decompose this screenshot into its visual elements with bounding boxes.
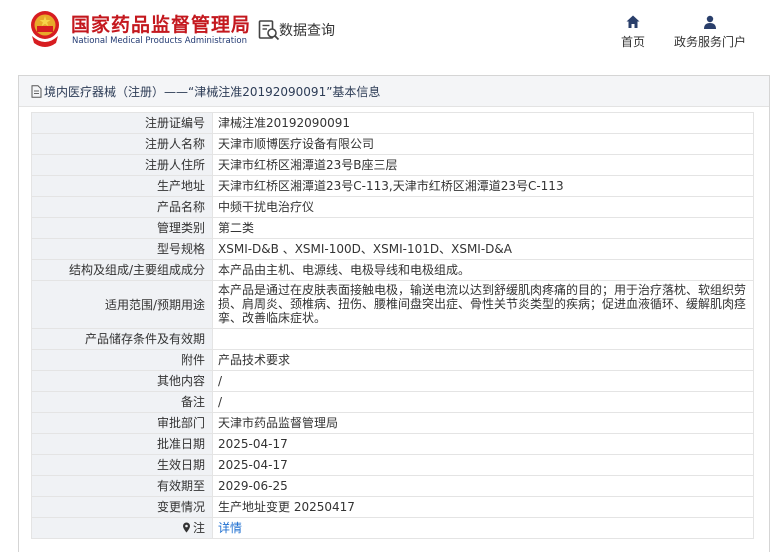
pin-icon xyxy=(182,522,190,533)
row-label: 生产地址 xyxy=(31,175,213,197)
table-row: 审批部门 天津市药品监督管理局 xyxy=(31,412,754,434)
table-row: 注册人住所 天津市红桥区湘潭道23号B座三层 xyxy=(31,154,754,176)
table-row: 批准日期 2025-04-17 xyxy=(31,433,754,455)
site-header: 国家药品监督管理局 National Medical Products Admi… xyxy=(0,0,775,62)
row-label: 其他内容 xyxy=(31,370,213,392)
table-row: 型号规格 XSMI-D&B 、XSMI-100D、XSMI-101D、XSMI-D… xyxy=(31,238,754,260)
row-value: 天津市红桥区湘潭道23号B座三层 xyxy=(212,154,754,176)
row-value: 本产品是通过在皮肤表面接触电极，输送电流以达到舒缓肌肉疼痛的目的；用于治疗落枕、… xyxy=(212,280,754,329)
row-label: 注册证编号 xyxy=(31,112,213,134)
document-icon xyxy=(31,85,42,98)
table-row: 有效期至 2029-06-25 xyxy=(31,475,754,497)
row-label: 型号规格 xyxy=(31,238,213,260)
row-value: 第二类 xyxy=(212,217,754,239)
panel-title: 境内医疗器械（注册）——“津械注准20192090091”基本信息 xyxy=(44,85,381,99)
user-icon xyxy=(704,15,716,29)
nav-home-label: 首页 xyxy=(620,35,645,49)
data-query-icon xyxy=(258,20,280,41)
row-label: 注册人名称 xyxy=(31,133,213,155)
row-value: 生产地址变更 20250417 xyxy=(212,496,754,518)
row-label: 注 xyxy=(31,517,213,539)
row-label: 批准日期 xyxy=(31,433,213,455)
row-label: 变更情况 xyxy=(31,496,213,518)
row-value: 本产品由主机、电源线、电极导线和电极组成。 xyxy=(212,259,754,281)
panel-title-bar: 境内医疗器械（注册）——“津械注准20192090091”基本信息 xyxy=(19,76,769,107)
row-value: 天津市药品监督管理局 xyxy=(212,412,754,434)
row-label: 产品名称 xyxy=(31,196,213,218)
row-label: 管理类别 xyxy=(31,217,213,239)
info-table: 注册证编号 津械注准20192090091 注册人名称 天津市顺博医疗设备有限公司 … xyxy=(31,112,754,539)
table-row: 生产地址 天津市红桥区湘潭道23号C-113,天津市红桥区湘潭道23号C-113 xyxy=(31,175,754,197)
table-row: 产品储存条件及有效期 xyxy=(31,328,754,350)
table-row: 管理类别 第二类 xyxy=(31,217,754,239)
note-label: 注 xyxy=(192,521,205,535)
row-value: 2029-06-25 xyxy=(212,475,754,497)
row-value: 津械注准20192090091 xyxy=(212,112,754,134)
row-value: 天津市红桥区湘潭道23号C-113,天津市红桥区湘潭道23号C-113 xyxy=(212,175,754,197)
row-label: 适用范围/预期用途 xyxy=(31,280,213,329)
row-value: / xyxy=(212,370,754,392)
row-label: 审批部门 xyxy=(31,412,213,434)
row-value: 2025-04-17 xyxy=(212,433,754,455)
row-label: 备注 xyxy=(31,391,213,413)
details-link[interactable]: 详情 xyxy=(218,521,242,535)
home-icon xyxy=(626,15,640,28)
table-row: 其他内容 / xyxy=(31,370,754,392)
table-row: 结构及组成/主要组成成分 本产品由主机、电源线、电极导线和电极组成。 xyxy=(31,259,754,281)
row-label: 结构及组成/主要组成成分 xyxy=(31,259,213,281)
detail-panel: 境内医疗器械（注册）——“津械注准20192090091”基本信息 注册证编号津… xyxy=(18,75,770,552)
table-row: 生效日期 2025-04-17 xyxy=(31,454,754,476)
national-emblem-icon xyxy=(31,11,59,47)
row-label: 注册人住所 xyxy=(31,154,213,176)
row-value: 详情 xyxy=(212,517,754,539)
site-logo-subtitle: National Medical Products Administration xyxy=(72,36,247,46)
table-row: 注册证编号 津械注准20192090091 xyxy=(31,112,754,134)
nav-home[interactable]: 首页 xyxy=(618,14,648,50)
table-row: 备注 / xyxy=(31,391,754,413)
row-value: 中频干扰电治疗仪 xyxy=(212,196,754,218)
row-value: / xyxy=(212,391,754,413)
table-row: 附件 产品技术要求 xyxy=(31,349,754,371)
row-label: 有效期至 xyxy=(31,475,213,497)
table-row: 注 详情 xyxy=(31,517,754,539)
table-row: 变更情况 生产地址变更 20250417 xyxy=(31,496,754,518)
data-query-label[interactable]: 数据查询 xyxy=(279,20,335,40)
row-label: 产品储存条件及有效期 xyxy=(31,328,213,350)
site-logo-title: 国家药品监督管理局 xyxy=(71,14,252,36)
row-value: XSMI-D&B 、XSMI-100D、XSMI-101D、XSMI-D&A xyxy=(212,238,754,260)
row-label: 附件 xyxy=(31,349,213,371)
table-row: 注册人名称 天津市顺博医疗设备有限公司 xyxy=(31,133,754,155)
nav-services-label: 政务服务门户 xyxy=(673,35,746,49)
row-value: 天津市顺博医疗设备有限公司 xyxy=(212,133,754,155)
row-value: 产品技术要求 xyxy=(212,349,754,371)
row-value xyxy=(212,328,754,350)
row-label: 生效日期 xyxy=(31,454,213,476)
table-row: 产品名称 中频干扰电治疗仪 xyxy=(31,196,754,218)
table-row: 适用范围/预期用途 本产品是通过在皮肤表面接触电极，输送电流以达到舒缓肌肉疼痛的目… xyxy=(31,280,754,329)
row-value: 2025-04-17 xyxy=(212,454,754,476)
nav-services-portal[interactable]: 政务服务门户 xyxy=(672,14,748,50)
